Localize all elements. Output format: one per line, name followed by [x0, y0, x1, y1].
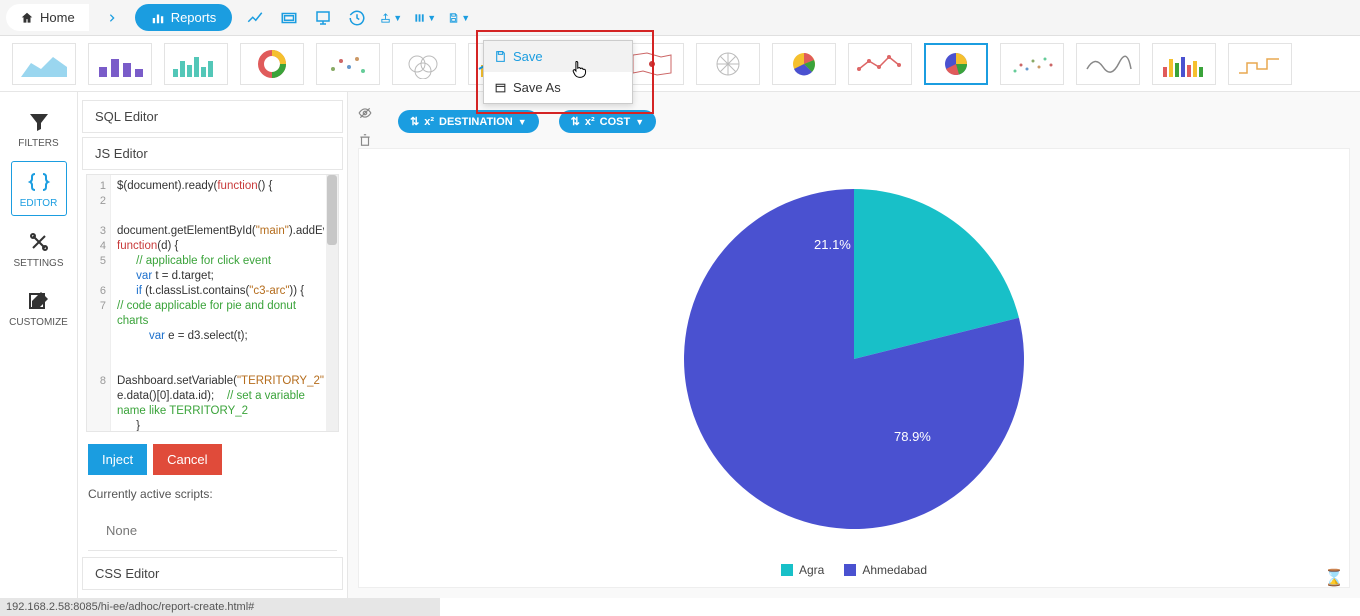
chart-type-strip [0, 36, 1360, 92]
chart-type-step[interactable] [1228, 43, 1292, 85]
chart-area: ⇅ x² DESTINATION ▼ ⇅ x² COST ▼ 21.1% 78.… [348, 92, 1360, 598]
active-scripts-none: None [88, 511, 337, 551]
css-editor-header[interactable]: CSS Editor [82, 557, 343, 590]
hourglass-icon: ⌛ [1324, 568, 1344, 588]
home-label: Home [40, 10, 75, 25]
home-icon [20, 11, 34, 25]
funnel-icon [25, 108, 53, 136]
code-gutter: 12 345 67 8 [87, 175, 111, 431]
history-icon[interactable] [346, 7, 368, 29]
rail-settings[interactable]: SETTINGS [11, 222, 67, 275]
legend-swatch [844, 564, 856, 576]
save-menu-item[interactable]: Save [484, 41, 632, 72]
sort-icon: ⇅ [571, 115, 580, 128]
save-as-icon [494, 81, 507, 94]
scrollbar-thumb[interactable] [327, 175, 337, 245]
rail-filters[interactable]: FILTERS [11, 102, 67, 155]
legend-swatch [781, 564, 793, 576]
legend-item[interactable]: Agra [781, 563, 824, 577]
folder-open-icon[interactable] [278, 7, 300, 29]
editor-buttons: Inject Cancel [78, 436, 347, 483]
chart-type-spline[interactable] [1076, 43, 1140, 85]
scripts-note: Currently active scripts: [78, 483, 347, 505]
chart-type-bubble[interactable] [392, 43, 456, 85]
save-dropdown-icon[interactable]: ▼ [448, 7, 470, 29]
reports-label: Reports [171, 10, 217, 25]
chart-type-pie[interactable] [924, 43, 988, 85]
rail-customize[interactable]: CUSTOMIZE [11, 281, 67, 334]
top-toolbar: Home Reports ▼ ▼ ▼ [0, 0, 1360, 36]
main-area: FILTERS EDITOR SETTINGS CUSTOMIZE SQL Ed… [0, 92, 1360, 598]
braces-icon [25, 168, 53, 196]
legend-label: Ahmedabad [862, 563, 927, 577]
code-scrollbar[interactable] [326, 175, 338, 431]
chart-type-radar[interactable] [696, 43, 760, 85]
rail-label: FILTERS [18, 138, 58, 149]
rail-label: EDITOR [20, 198, 58, 209]
chart-type-donut[interactable] [240, 43, 304, 85]
line-chart-tool-icon[interactable] [244, 7, 266, 29]
editor-panel: SQL Editor JS Editor 12 345 67 8 $(docum… [78, 92, 348, 598]
chart-type-sunburst[interactable] [772, 43, 836, 85]
slice-label-2: 78.9% [894, 429, 931, 444]
sql-editor-header[interactable]: SQL Editor [82, 100, 343, 133]
tools-icon [25, 228, 53, 256]
breadcrumb-chevron [101, 4, 123, 32]
slice-label-1: 21.1% [814, 237, 851, 252]
caret-down-icon: ▼ [518, 117, 527, 127]
js-code-editor[interactable]: 12 345 67 8 $(document).ready(function()… [86, 174, 339, 432]
save-menu-label: Save [513, 49, 543, 64]
chart-type-bar[interactable] [88, 43, 152, 85]
sort-icon: ⇅ [410, 115, 419, 128]
bar-chart-icon [151, 11, 165, 25]
caret-down-icon: ▼ [635, 117, 644, 127]
chart-type-histogram[interactable] [164, 43, 228, 85]
chart-board: 21.1% 78.9% Agra Ahmedabad [358, 148, 1350, 588]
legend-label: Agra [799, 563, 824, 577]
inject-button[interactable]: Inject [88, 444, 147, 475]
visibility-icon[interactable] [358, 106, 372, 123]
rail-label: CUSTOMIZE [9, 317, 68, 328]
fx-icon: x² [424, 116, 434, 128]
destination-pill[interactable]: ⇅ x² DESTINATION ▼ [398, 110, 539, 133]
save-icon [494, 50, 507, 63]
export-icon[interactable]: ▼ [380, 7, 402, 29]
pie-chart[interactable]: 21.1% 78.9% [654, 159, 1054, 559]
columns-icon[interactable]: ▼ [414, 7, 436, 29]
chart-type-area[interactable] [12, 43, 76, 85]
save-as-menu-label: Save As [513, 80, 561, 95]
code-content[interactable]: $(document).ready(function() { document.… [113, 175, 324, 431]
pill-label: COST [600, 116, 631, 128]
chart-legend: Agra Ahmedabad [781, 563, 927, 577]
save-dropdown-menu: Save Save As [483, 40, 633, 104]
chart-type-scatter[interactable] [316, 43, 380, 85]
edit-icon [25, 287, 53, 315]
cancel-button[interactable]: Cancel [153, 444, 221, 475]
save-as-menu-item[interactable]: Save As [484, 72, 632, 103]
chevron-right-icon [107, 11, 117, 25]
caret-down-icon: ▼ [461, 13, 470, 23]
legend-item[interactable]: Ahmedabad [844, 563, 927, 577]
chart-type-scatter2[interactable] [1000, 43, 1064, 85]
dimension-pills: ⇅ x² DESTINATION ▼ ⇅ x² COST ▼ [398, 110, 656, 133]
js-editor-header[interactable]: JS Editor [82, 137, 343, 170]
rail-editor[interactable]: EDITOR [11, 161, 67, 216]
caret-down-icon: ▼ [393, 13, 402, 23]
pill-label: DESTINATION [439, 116, 513, 128]
left-rail: FILTERS EDITOR SETTINGS CUSTOMIZE [0, 92, 78, 598]
chart-type-column[interactable] [1152, 43, 1216, 85]
fx-icon: x² [585, 116, 595, 128]
home-button[interactable]: Home [6, 4, 89, 31]
reports-tab[interactable]: Reports [135, 4, 233, 31]
rail-label: SETTINGS [13, 258, 63, 269]
cost-pill[interactable]: ⇅ x² COST ▼ [559, 110, 656, 133]
chart-side-icons [358, 106, 372, 150]
status-bar: 192.168.2.58:8085/hi-ee/adhoc/report-cre… [0, 598, 440, 616]
presentation-icon[interactable] [312, 7, 334, 29]
caret-down-icon: ▼ [427, 13, 436, 23]
chart-type-line[interactable] [848, 43, 912, 85]
